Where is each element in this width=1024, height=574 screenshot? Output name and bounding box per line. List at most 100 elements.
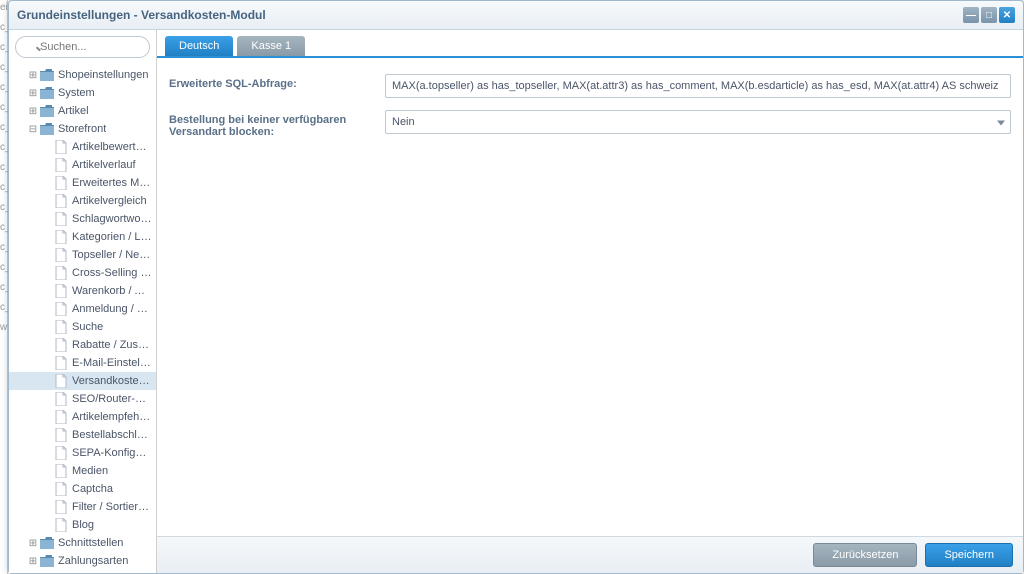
background-row: c_ <box>0 140 7 160</box>
background-row: c_ <box>0 40 7 60</box>
tree-leaf[interactable]: Suche <box>9 318 156 336</box>
file-icon <box>53 212 69 226</box>
tree-leaf[interactable]: Artikelempfehlungen <box>9 408 156 426</box>
tree-item-label: Blog <box>72 519 94 531</box>
file-icon <box>53 230 69 244</box>
tree-folder[interactable]: ⊞ Schnittstellen <box>9 534 156 552</box>
tree-item-label: Storefront <box>58 123 106 135</box>
block-select-wrap[interactable] <box>385 110 1011 134</box>
expand-icon[interactable]: ⊞ <box>27 70 39 81</box>
folder-icon <box>39 122 55 136</box>
file-icon <box>53 428 69 442</box>
background-row: w <box>0 320 7 340</box>
tree-leaf[interactable]: Filter / Sortierung <box>9 498 156 516</box>
tree-folder[interactable]: ⊞Weitere Einstellungen <box>9 570 156 573</box>
tree-item-label: Versandkosten-Modul <box>72 375 152 387</box>
window-maximize-button[interactable]: □ <box>981 7 997 23</box>
background-row: eit <box>0 0 7 20</box>
block-select[interactable] <box>385 110 1011 134</box>
file-icon <box>53 302 69 316</box>
tree-item-label: Cross-Selling / Ähnliche Art. <box>72 267 152 279</box>
form-area: Erweiterte SQL-Abfrage: Bestellung bei k… <box>157 58 1023 536</box>
tree-item-label: Captcha <box>72 483 113 495</box>
file-icon <box>53 248 69 262</box>
search-input[interactable] <box>15 36 150 58</box>
reset-button[interactable]: Zurücksetzen <box>813 543 917 567</box>
tree-folder[interactable]: ⊞ System <box>9 84 156 102</box>
tree-leaf[interactable]: Schlagwortwolke <box>9 210 156 228</box>
folder-icon <box>39 104 55 118</box>
file-icon <box>53 374 69 388</box>
tree-item-label: Medien <box>72 465 108 477</box>
tree-item-label: Kategorien / Listen <box>72 231 152 243</box>
file-icon <box>53 158 69 172</box>
tree-leaf[interactable]: Kategorien / Listen <box>9 228 156 246</box>
tree-leaf[interactable]: SEPA-Konfiguration <box>9 444 156 462</box>
tree-leaf[interactable]: Erweitertes Menü <box>9 174 156 192</box>
tree-leaf[interactable]: Rabatte / Zuschläge <box>9 336 156 354</box>
tree-leaf[interactable]: Warenkorb / Artikeldetails <box>9 282 156 300</box>
tree-leaf[interactable]: Artikelbewertungen <box>9 138 156 156</box>
background-row: c_ <box>0 100 7 120</box>
file-icon <box>53 284 69 298</box>
tree-leaf[interactable]: Artikelverlauf <box>9 156 156 174</box>
tab-deutsch[interactable]: Deutsch <box>165 36 233 56</box>
file-icon <box>53 446 69 460</box>
save-button[interactable]: Speichern <box>925 543 1013 567</box>
background-row: c_ <box>0 180 7 200</box>
expand-icon[interactable]: ⊞ <box>27 538 39 549</box>
expand-icon[interactable]: ⊞ <box>27 556 39 567</box>
tree-leaf[interactable]: Medien <box>9 462 156 480</box>
tree-leaf[interactable]: Cross-Selling / Ähnliche Art. <box>9 264 156 282</box>
sql-label: Erweiterte SQL-Abfrage: <box>169 74 385 90</box>
tree-leaf[interactable]: Captcha <box>9 480 156 498</box>
window-minimize-button[interactable]: — <box>963 7 979 23</box>
tree-folder[interactable]: ⊞ Artikel <box>9 102 156 120</box>
block-label: Bestellung bei keiner verfügbaren Versan… <box>169 110 385 138</box>
background-row: c_ <box>0 240 7 260</box>
footer-toolbar: Zurücksetzen Speichern <box>157 536 1023 573</box>
tree-item-label: SEO/Router-Einstellungen <box>72 393 152 405</box>
tree-folder[interactable]: ⊞ Shopeinstellungen <box>9 66 156 84</box>
tree-leaf[interactable]: Versandkosten-Modul <box>9 372 156 390</box>
file-icon <box>53 392 69 406</box>
settings-window: Grundeinstellungen - Versandkosten-Modul… <box>8 0 1024 574</box>
tab-kasse-1[interactable]: Kasse 1 <box>237 36 305 56</box>
tree-leaf[interactable]: Anmeldung / Registrierung <box>9 300 156 318</box>
tree-leaf[interactable]: Artikelvergleich <box>9 192 156 210</box>
file-icon <box>53 464 69 478</box>
tree-leaf[interactable]: Topseller / Neuheiten <box>9 246 156 264</box>
background-row: c_ <box>0 260 7 280</box>
expand-icon[interactable]: ⊞ <box>27 88 39 99</box>
tree-leaf[interactable]: E-Mail-Einstellungen <box>9 354 156 372</box>
expand-icon[interactable]: ⊞ <box>27 106 39 117</box>
tree-item-label: Schnittstellen <box>58 537 123 549</box>
tree-item-label: Warenkorb / Artikeldetails <box>72 285 152 297</box>
tree-folder[interactable]: ⊞Zahlungsarten <box>9 552 156 570</box>
tree-item-label: Suche <box>72 321 103 333</box>
sidebar: ⊞ Shopeinstellungen ⊞ System ⊞ Artikel ⊟ Storef… <box>9 30 157 573</box>
settings-tree[interactable]: ⊞ Shopeinstellungen ⊞ System ⊞ Artikel ⊟ Storef… <box>9 64 156 573</box>
tree-item-label: System <box>58 87 95 99</box>
file-icon <box>53 140 69 154</box>
tree-item-label: Anmeldung / Registrierung <box>72 303 152 315</box>
main-panel: Deutsch Kasse 1 Erweiterte SQL-Abfrage: … <box>157 30 1023 573</box>
background-row: c_ <box>0 300 7 320</box>
file-icon <box>53 320 69 334</box>
tree-leaf[interactable]: Bestellabschluss <box>9 426 156 444</box>
collapse-icon[interactable]: ⊟ <box>27 124 39 135</box>
folder-icon <box>39 554 55 568</box>
tree-leaf[interactable]: SEO/Router-Einstellungen <box>9 390 156 408</box>
background-partial-sidebar: eitc_c_c_c_c_c_c_c_c_c_c_c_c_c_c_w <box>0 0 8 574</box>
tree-item-label: Artikel <box>58 105 89 117</box>
window-title: Grundeinstellungen - Versandkosten-Modul <box>17 8 961 22</box>
window-titlebar: Grundeinstellungen - Versandkosten-Modul… <box>9 1 1023 30</box>
folder-icon <box>39 536 55 550</box>
tree-folder[interactable]: ⊟ Storefront <box>9 120 156 138</box>
tree-item-label: Shopeinstellungen <box>58 69 149 81</box>
tree-leaf[interactable]: Blog <box>9 516 156 534</box>
sql-input[interactable] <box>385 74 1011 98</box>
tree-item-label: Topseller / Neuheiten <box>72 249 152 261</box>
file-icon <box>53 194 69 208</box>
window-close-button[interactable]: ✕ <box>999 7 1015 23</box>
